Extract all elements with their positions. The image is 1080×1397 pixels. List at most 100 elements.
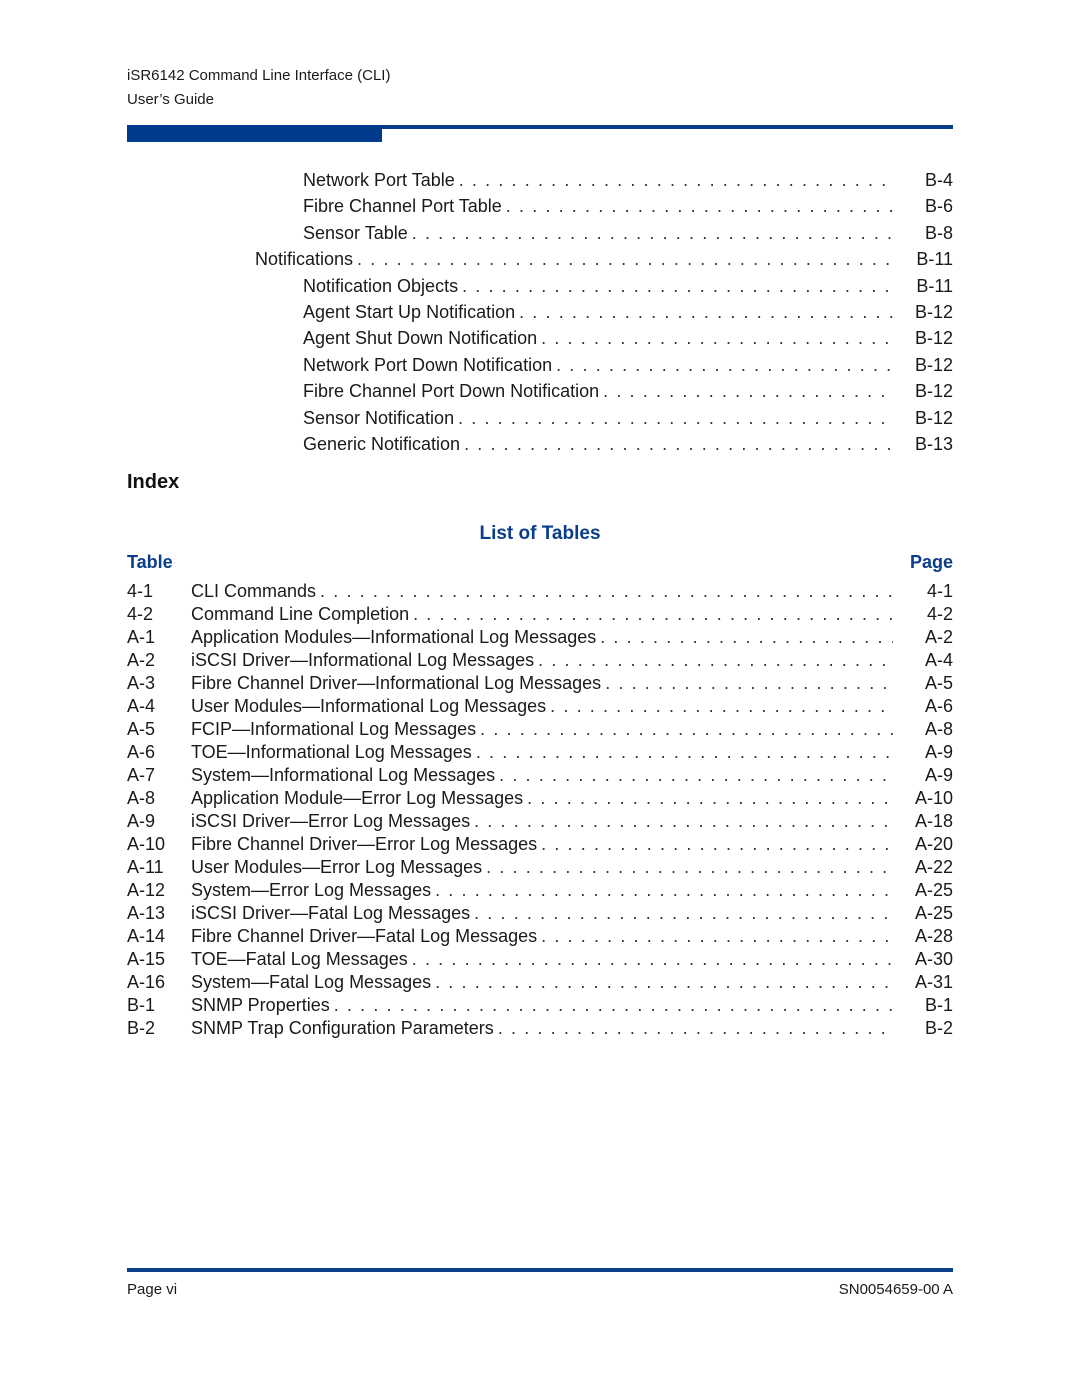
table-title: User Modules—Error Log Messages [191, 857, 483, 877]
toc-entry-title: Notification Objects [303, 275, 463, 297]
toc-entry-title: Fibre Channel Port Table [303, 196, 506, 218]
list-of-tables-title: List of Tables [479, 523, 601, 544]
table-page: A-18 [914, 811, 953, 831]
table-page: 4-2 [926, 604, 953, 624]
table-list-entry[interactable]: 4-1 CLI Commands 4-1 [127, 581, 953, 604]
table-list-entry[interactable]: A-11 User Modules—Error Log Messages A-22 [127, 857, 953, 880]
table-number: 4-2 [127, 604, 154, 624]
table-page: A-25 [914, 880, 953, 900]
table-title: CLI Commands [191, 581, 317, 601]
table-title: User Modules—Informational Log Messages [191, 696, 547, 716]
leader-dots [412, 949, 893, 970]
leader-dots [486, 857, 893, 878]
table-number: A-8 [127, 788, 156, 808]
toc-entry[interactable]: Agent Start Up Notification B-12 [303, 302, 953, 326]
table-page: A-22 [914, 857, 953, 877]
leader-dots [459, 170, 893, 191]
table-number: B-2 [127, 1018, 156, 1038]
leader-dots [476, 742, 893, 763]
leader-dots [480, 719, 893, 740]
toc-entry-index[interactable]: Index [127, 471, 179, 494]
table-list-entry[interactable]: A-3 Fibre Channel Driver—Informational Lo… [127, 673, 953, 696]
table-title: FCIP—Informational Log Messages [191, 719, 477, 739]
toc-entry[interactable]: Network Port Table B-4 [303, 170, 953, 194]
table-number: A-6 [127, 742, 156, 762]
toc-entry[interactable]: Sensor Notification B-12 [303, 407, 953, 432]
leader-dots [498, 1018, 893, 1039]
leader-dots [464, 434, 893, 455]
table-title: iSCSI Driver—Fatal Log Messages [191, 903, 471, 923]
table-number: A-3 [127, 673, 156, 693]
table-list-entry[interactable]: A-13 iSCSI Driver—Fatal Log Messages A-25 [127, 903, 953, 926]
table-page: 4-1 [926, 581, 953, 601]
toc-entry-title: Generic Notification [303, 434, 465, 455]
toc-entry[interactable]: Notifications B-11 [255, 249, 953, 273]
table-list-entry[interactable]: A-8 Application Module—Error Log Messages… [127, 788, 953, 811]
document-subtitle: User’s Guide [127, 91, 214, 108]
table-list-entry[interactable]: A-2 iSCSI Driver—Informational Log Messag… [127, 650, 953, 673]
page-number: Page vi [127, 1281, 178, 1298]
toc-entry[interactable]: Network Port Down Notification B-12 [303, 354, 953, 379]
toc-entry-page: B-8 [924, 222, 953, 243]
table-list-entry[interactable]: A-16 System—Fatal Log Messages A-31 [127, 972, 953, 995]
table-list-entry[interactable]: B-2 SNMP Trap Configuration Parameters B-2 [127, 1018, 953, 1041]
toc-entry-title: Sensor Table [303, 222, 412, 244]
table-page: A-4 [924, 650, 953, 670]
leader-dots [541, 834, 893, 855]
table-number: A-10 [127, 834, 166, 854]
table-list-entry[interactable]: A-4 User Modules—Informational Log Messag… [127, 696, 953, 719]
table-page: A-8 [924, 719, 953, 739]
leader-dots [474, 903, 893, 924]
toc-entry[interactable]: Sensor Table B-8 [303, 222, 953, 247]
leader-dots [541, 328, 893, 349]
table-list-entry[interactable]: A-5 FCIP—Informational Log Messages A-8 [127, 719, 953, 742]
table-title: Fibre Channel Driver—Informational Log M… [191, 673, 602, 693]
toc-entry-page: B-11 [916, 249, 953, 270]
toc-entry[interactable]: Fibre Channel Port Table B-6 [303, 196, 953, 220]
table-title: SNMP Trap Configuration Parameters [191, 1018, 494, 1038]
leader-dots [435, 972, 893, 993]
table-list-entry[interactable]: A-14 Fibre Channel Driver—Fatal Log Messa… [127, 926, 953, 949]
table-title: Fibre Channel Driver—Error Log Messages [191, 834, 538, 854]
toc-entry[interactable]: Agent Shut Down Notification B-12 [303, 328, 953, 352]
table-list-entry[interactable]: 4-2 Command Line Completion 4-2 [127, 604, 953, 627]
leader-dots [474, 811, 893, 832]
table-number: A-1 [127, 627, 156, 647]
table-page: B-1 [924, 995, 953, 1015]
table-page: A-5 [924, 673, 953, 693]
document-number: SN0054659-00 A [838, 1281, 953, 1298]
toc-entry-page: B-12 [914, 354, 953, 375]
table-number: A-15 [127, 949, 166, 969]
toc-entry-title: Network Port Table [303, 170, 459, 191]
table-number: A-7 [127, 765, 156, 785]
toc-entry[interactable]: Notification Objects B-11 [303, 275, 953, 300]
table-page: A-20 [914, 834, 953, 854]
table-number: A-12 [127, 880, 166, 900]
toc-entry[interactable]: Fibre Channel Port Down Notification B-12 [303, 381, 953, 405]
table-list-entry[interactable]: A-15 TOE—Fatal Log Messages A-30 [127, 949, 953, 972]
toc-entry[interactable]: Generic Notification B-13 [303, 434, 953, 458]
document-title: iSR6142 Command Line Interface (CLI) [127, 67, 391, 84]
table-number: B-1 [127, 995, 156, 1015]
header-rule-accent [127, 125, 382, 142]
column-header-page: Page [909, 552, 953, 572]
table-list-entry[interactable]: B-1 SNMP Properties B-1 [127, 995, 953, 1018]
table-page: A-9 [924, 765, 953, 785]
table-page: A-30 [914, 949, 953, 969]
table-number: A-9 [127, 811, 156, 831]
table-list-entry[interactable]: A-9 iSCSI Driver—Error Log Messages A-18 [127, 811, 953, 834]
leader-dots [334, 995, 893, 1016]
toc-entry-title: Notifications [255, 249, 358, 271]
table-list-entry[interactable]: A-7 System—Informational Log Messages A-9 [127, 765, 953, 788]
table-list-entry[interactable]: A-12 System—Error Log Messages A-25 [127, 880, 953, 903]
toc-entry-title: Fibre Channel Port Down Notification [303, 381, 604, 403]
toc-entry-page: B-12 [914, 407, 953, 428]
table-page: A-28 [914, 926, 953, 946]
table-number: 4-1 [127, 581, 154, 601]
table-title: Application Modules—Informational Log Me… [191, 627, 597, 647]
table-page: A-31 [914, 972, 953, 992]
table-list-entry[interactable]: A-10 Fibre Channel Driver—Error Log Messa… [127, 834, 953, 857]
toc-entry-page: B-12 [914, 302, 953, 322]
table-list-entry[interactable]: A-1 Application Modules—Informational Log… [127, 627, 953, 650]
table-list-entry[interactable]: A-6 TOE—Informational Log Messages A-9 [127, 742, 953, 765]
